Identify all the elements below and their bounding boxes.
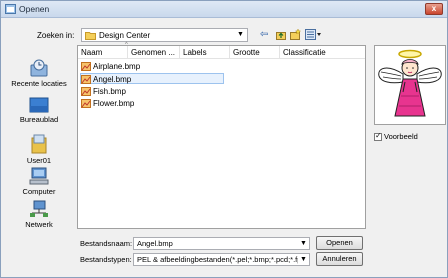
file-type-dropdown[interactable]: PEL & afbeeldingbestanden(*.pel;*.bmp;*.… <box>133 253 310 266</box>
checkbox-checked-icon[interactable] <box>374 131 382 142</box>
chevron-down-icon[interactable]: ▼ <box>298 238 309 249</box>
new-folder-icon[interactable] <box>290 29 301 40</box>
dialog-icon <box>5 4 16 14</box>
angel-preview-image <box>378 49 442 117</box>
file-list[interactable]: Naam ^ Genomen ... Labels Grootte Classi… <box>77 42 366 229</box>
user-folder-icon <box>31 134 47 154</box>
open-dialog: Openen x Zoeken in: Design Center ▼ ⇦ Re… <box>0 0 448 278</box>
place-label: Computer <box>22 187 56 196</box>
title-bar: Openen x <box>1 1 447 18</box>
network-icon <box>30 200 48 217</box>
up-folder-icon[interactable] <box>276 30 286 40</box>
preview-checkbox[interactable]: Voorbeeld <box>374 131 418 142</box>
view-menu-icon[interactable] <box>305 29 322 40</box>
bitmap-file-icon <box>81 75 91 84</box>
computer-icon <box>29 167 49 185</box>
place-desktop[interactable]: Bureaublad <box>5 97 73 124</box>
place-user-folder[interactable]: User01 <box>5 134 73 165</box>
desktop-icon <box>29 97 49 113</box>
chevron-down-icon[interactable]: ▼ <box>298 254 309 265</box>
bitmap-file-icon <box>81 99 91 108</box>
look-in-value: Design Center <box>99 31 151 40</box>
file-name-value: Angel.bmp <box>137 239 173 248</box>
place-label: Recente locaties <box>11 79 67 88</box>
bitmap-file-icon <box>81 62 91 71</box>
column-header-size[interactable]: Grootte <box>230 46 280 59</box>
file-row-selected[interactable]: Angel.bmp <box>80 73 224 84</box>
bitmap-file-icon <box>81 87 91 96</box>
file-name: Flower.bmp <box>93 99 135 108</box>
file-row[interactable]: Flower.bmp <box>81 98 138 109</box>
column-header-name[interactable]: Naam <box>78 46 128 59</box>
file-type-value: PEL & afbeeldingbestanden(*.pel;*.bmp;*.… <box>137 255 310 264</box>
file-type-label: Bestandstypen: <box>80 255 132 264</box>
folder-icon <box>85 32 96 40</box>
open-button[interactable]: Openen <box>316 236 363 250</box>
file-name: Fish.bmp <box>93 87 126 96</box>
file-name-input[interactable]: Angel.bmp ▼ <box>133 237 310 250</box>
window-title: Openen <box>19 4 50 14</box>
place-recent-locations[interactable]: Recente locaties <box>5 59 73 88</box>
look-in-dropdown[interactable]: Design Center ▼ <box>81 28 248 42</box>
file-name-label: Bestandsnaam: <box>80 239 133 248</box>
file-name: Angel.bmp <box>93 75 132 84</box>
place-network[interactable]: Netwerk <box>5 200 73 229</box>
file-row[interactable]: Fish.bmp <box>81 86 130 97</box>
file-row[interactable]: Airplane.bmp <box>81 61 144 72</box>
cancel-button[interactable]: Annuleren <box>316 252 363 266</box>
column-header-row: Naam ^ Genomen ... Labels Grootte Classi… <box>78 42 365 59</box>
preview-panel <box>374 45 446 125</box>
column-header-classification[interactable]: Classificatie <box>280 46 340 59</box>
file-name: Airplane.bmp <box>93 62 141 71</box>
back-arrow-icon[interactable]: ⇦ <box>260 28 268 42</box>
column-header-taken[interactable]: Genomen ... <box>128 46 180 59</box>
preview-checkbox-label: Voorbeeld <box>384 132 418 141</box>
place-label: User01 <box>26 156 52 165</box>
place-label: Bureaublad <box>19 115 59 124</box>
place-label: Netwerk <box>25 220 53 229</box>
places-bar: Recente locaties Bureaublad User01 Compu… <box>5 45 73 229</box>
recent-locations-icon <box>30 59 48 77</box>
place-computer[interactable]: Computer <box>5 167 73 196</box>
close-button[interactable]: x <box>425 3 443 15</box>
chevron-down-icon[interactable]: ▼ <box>234 29 247 41</box>
look-in-label: Zoeken in: <box>37 31 75 40</box>
column-header-labels[interactable]: Labels <box>180 46 230 59</box>
